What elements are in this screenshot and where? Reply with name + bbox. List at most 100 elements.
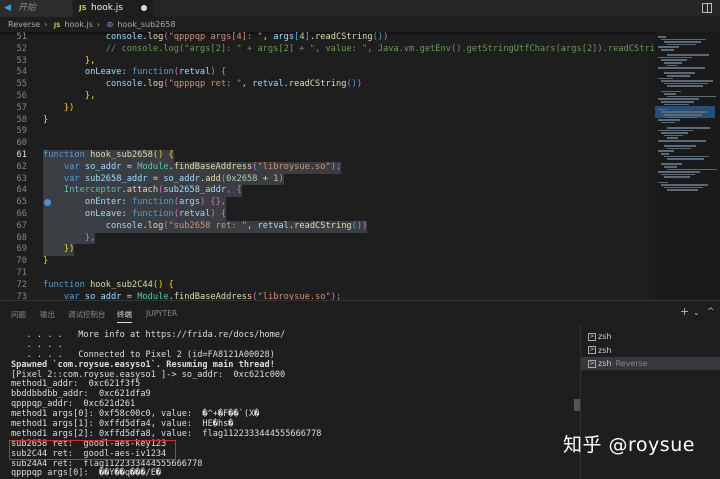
chevron-right-icon: ›: [44, 20, 48, 29]
minimap-line: [658, 36, 666, 38]
tab-welcome[interactable]: ◀ 开始: [0, 0, 72, 17]
line-number: 70: [16, 256, 27, 267]
minimap-line: [658, 119, 680, 121]
breadcrumb-symbol[interactable]: hook_sub2658: [117, 20, 175, 29]
code-text: onLeave: function(retval) {: [84, 67, 227, 78]
chevron-right-icon: ›: [96, 20, 101, 29]
code-line[interactable]: 62 var so_addr = Module.findBaseAddress(…: [0, 161, 655, 174]
line-number: 72: [16, 279, 27, 290]
minimap-line: [667, 116, 697, 119]
code-line[interactable]: 63 var sub2658_addr = so_addr.add(0x2658…: [0, 173, 655, 186]
code-editor[interactable]: 51 console.log("qpppqp args[4]: ", args[…: [0, 32, 655, 300]
code-line[interactable]: 51 console.log("qpppqp args[4]: ", args[…: [0, 32, 655, 44]
code-text: var so_addr = Module.findBaseAddress("li…: [63, 291, 342, 300]
line-number: 53: [16, 55, 27, 66]
line-number: 68: [16, 232, 27, 243]
code-line[interactable]: 58}: [0, 115, 655, 127]
minimap-line: [667, 75, 690, 77]
code-text: console.log("qpppqp args[4]: ", args[4].…: [105, 32, 389, 42]
code-line[interactable]: 55 console.log("qpppqp ret: ", retval.re…: [0, 79, 655, 91]
panel-tab-jupyter[interactable]: JUPYTER: [146, 309, 177, 318]
line-number: 71: [16, 268, 27, 278]
code-line[interactable]: 54 onLeave: function(retval) {: [0, 67, 655, 79]
minimap-line: [661, 38, 706, 41]
code-line[interactable]: 53 },: [0, 56, 655, 68]
minimap-line: [658, 108, 667, 111]
minimap-line: [667, 127, 710, 129]
line-number: 54: [16, 67, 27, 78]
highlight-box: [9, 440, 176, 460]
minimap-line: [661, 80, 713, 82]
code-line[interactable]: 59: [0, 126, 655, 138]
minimap-line: [664, 155, 709, 158]
minimap-line: [658, 67, 705, 69]
terminal-name: zsh: [598, 332, 612, 341]
terminal-instance[interactable]: > zsh: [581, 344, 720, 357]
code-line[interactable]: 52 // console.log("args[2]: " + args[2] …: [0, 44, 655, 56]
code-line[interactable]: 64 Interceptor.attach(sub2658_addr, {: [0, 185, 655, 198]
line-number: 64: [16, 185, 27, 196]
code-line[interactable]: 72 function hook_sub2C44() {: [0, 280, 655, 292]
breadcrumb-folder[interactable]: Reverse: [8, 20, 40, 29]
minimap-line: [661, 101, 694, 103]
chevron-down-icon[interactable]: ⌄: [693, 308, 700, 317]
panel-tab-terminal[interactable]: 终端: [117, 309, 132, 323]
code-text: // console.log("args[2]: " + args[2] + "…: [105, 43, 655, 54]
minimap-line: [658, 181, 668, 184]
breadcrumb-file[interactable]: hook.js: [64, 20, 92, 29]
new-terminal-button[interactable]: +: [680, 305, 689, 318]
tab-hook-js[interactable]: JS hook.js: [73, 0, 153, 17]
line-number: 57: [16, 102, 27, 113]
minimap-line: [664, 186, 703, 189]
minimap-line: [664, 176, 690, 178]
minimap-line: [664, 166, 677, 168]
code-line[interactable]: 61 function hook_sub2658() {: [0, 150, 655, 162]
code-text: onLeave: function(retval) {: [43, 209, 227, 221]
line-number: 62: [16, 161, 27, 172]
maximize-panel-button[interactable]: ^: [707, 307, 715, 317]
minimap-line: [661, 59, 687, 61]
js-icon: JS: [53, 22, 61, 29]
function-symbol-icon: ⊛: [106, 20, 114, 29]
code-text: var so_addr = Module.findBaseAddress("li…: [43, 161, 342, 174]
minimap[interactable]: [655, 32, 720, 300]
code-line[interactable]: 73 var so_addr = Module.findBaseAddress(…: [0, 292, 655, 300]
line-number: 60: [16, 138, 27, 149]
code-line[interactable]: 71: [0, 268, 655, 280]
minimap-line: [658, 98, 699, 100]
code-line[interactable]: 57 }): [0, 103, 655, 115]
code-line[interactable]: 65 onEnter: function(args) {},: [0, 197, 655, 209]
line-number: 51: [16, 32, 27, 42]
panel-tab-debug-console[interactable]: 调试控制台: [68, 309, 106, 320]
watermark: 知乎 @roysue: [563, 434, 695, 456]
minimap-line: [667, 158, 704, 160]
minimap-line: [658, 56, 692, 59]
code-line[interactable]: 70}: [0, 256, 655, 268]
terminal-icon: >: [588, 332, 596, 341]
code-line[interactable]: 60: [0, 138, 655, 150]
line-number: 69: [16, 244, 27, 255]
unsaved-dot-icon[interactable]: [141, 5, 147, 11]
code-text: Interceptor.attach(sub2658_addr, {: [43, 185, 242, 198]
minimap-line: [664, 93, 676, 95]
minimap-line: [667, 95, 716, 98]
breadcrumb: Reverse › JS hook.js › ⊛ hook_sub2658: [0, 17, 720, 32]
line-number: 59: [16, 126, 27, 137]
code-line[interactable]: 69 }): [0, 244, 655, 257]
code-line[interactable]: 67 console.log("sub2658 ret: ", retval.r…: [0, 220, 655, 233]
minimap-line: [661, 49, 674, 51]
split-editor-icon[interactable]: [702, 3, 712, 13]
code-line[interactable]: 56 },: [0, 91, 655, 103]
panel-tab-problems[interactable]: 问题: [11, 309, 26, 320]
terminal-instance[interactable]: > zsh: [581, 330, 720, 343]
code-line[interactable]: 68 },: [0, 232, 655, 245]
terminal-instance[interactable]: > zsh Reverse: [581, 357, 720, 370]
line-number: 67: [16, 220, 27, 231]
minimap-line: [661, 90, 681, 93]
minimap-line: [661, 173, 695, 176]
minimap-line: [658, 129, 693, 132]
minimap-line: [664, 134, 683, 137]
minimap-line: [667, 54, 709, 56]
code-line[interactable]: 66 onLeave: function(retval) {: [0, 209, 655, 221]
panel-tab-output[interactable]: 输出: [40, 309, 55, 320]
